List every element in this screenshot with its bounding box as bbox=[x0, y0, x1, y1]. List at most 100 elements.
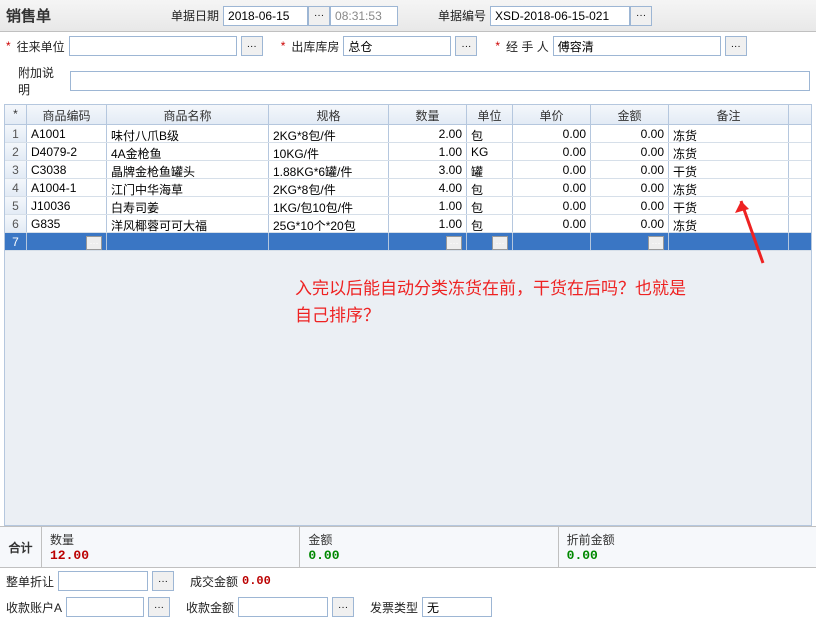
table-row[interactable]: 2D4079-24A金枪鱼10KG/件1.00KG0.000.00冻货 bbox=[5, 143, 811, 161]
cell-spec[interactable]: 25G*10个*20包 bbox=[269, 215, 389, 232]
cell-code[interactable]: G835 bbox=[27, 215, 107, 232]
cell-remark[interactable]: 冻货 bbox=[669, 143, 789, 160]
cell-qty[interactable]: 1.00 bbox=[389, 197, 467, 214]
cell-qty[interactable]: 1.00 bbox=[389, 143, 467, 160]
cell-price[interactable]: 0.00 bbox=[513, 125, 591, 142]
discount-input[interactable] bbox=[58, 571, 148, 591]
col-spec[interactable]: 规格 bbox=[269, 105, 389, 124]
cell-code[interactable]: J10036 bbox=[27, 197, 107, 214]
cell-spec[interactable] bbox=[269, 233, 389, 250]
cell-price[interactable]: 0.00 bbox=[513, 197, 591, 214]
cell-spec[interactable]: 2KG*8包/件 bbox=[269, 179, 389, 196]
cell-name[interactable]: 4A金枪鱼 bbox=[107, 143, 269, 160]
cell-amount[interactable]: 0.00 bbox=[591, 179, 669, 196]
cell-qty[interactable]: 2.00 bbox=[389, 125, 467, 142]
cell-name[interactable]: 味付八爪B级 bbox=[107, 125, 269, 142]
col-remark[interactable]: 备注 bbox=[669, 105, 789, 124]
table-row[interactable]: 5J10036白寿司姜1KG/包10包/件1.00包0.000.00干货 bbox=[5, 197, 811, 215]
notes-input[interactable] bbox=[70, 71, 810, 91]
receipt-amount-lookup-button[interactable]: ··· bbox=[332, 597, 354, 617]
col-amount[interactable]: 金额 bbox=[591, 105, 669, 124]
cell-amount[interactable]: 0.00 bbox=[591, 143, 669, 160]
invoice-type-input[interactable] bbox=[422, 597, 492, 617]
cell-spec[interactable]: 10KG/件 bbox=[269, 143, 389, 160]
col-qty[interactable]: 数量 bbox=[389, 105, 467, 124]
cell-code[interactable]: A1004-1 bbox=[27, 179, 107, 196]
date-picker-button[interactable]: ··· bbox=[308, 6, 330, 26]
cell-remark[interactable]: 干货 bbox=[669, 197, 789, 214]
handler-lookup-button[interactable]: ··· bbox=[725, 36, 747, 56]
table-row[interactable]: 4A1004-1江门中华海草2KG*8包/件4.00包0.000.00冻货 bbox=[5, 179, 811, 197]
warehouse-input[interactable] bbox=[343, 36, 451, 56]
partner-input[interactable] bbox=[69, 36, 237, 56]
col-name[interactable]: 商品名称 bbox=[107, 105, 269, 124]
cell-remark[interactable]: 干货 bbox=[669, 161, 789, 178]
summary-bar: 合计 数量 12.00 金额 0.00 折前金额 0.00 bbox=[0, 526, 816, 568]
cell-code[interactable]: D4079-2 bbox=[27, 143, 107, 160]
col-price[interactable]: 单价 bbox=[513, 105, 591, 124]
time-input[interactable] bbox=[330, 6, 398, 26]
cell-unit[interactable]: ··· bbox=[467, 233, 513, 250]
partner-lookup-button[interactable]: ··· bbox=[241, 36, 263, 56]
warehouse-lookup-button[interactable]: ··· bbox=[455, 36, 477, 56]
receipt-account-lookup-button[interactable]: ··· bbox=[148, 597, 170, 617]
cell-qty[interactable]: ··· bbox=[389, 233, 467, 250]
cell-price[interactable]: 0.00 bbox=[513, 143, 591, 160]
cell-code[interactable]: A1001 bbox=[27, 125, 107, 142]
cell-price[interactable] bbox=[513, 233, 591, 250]
cell-remark[interactable]: 冻货 bbox=[669, 179, 789, 196]
date-input[interactable] bbox=[223, 6, 308, 26]
cell-qty[interactable]: 1.00 bbox=[389, 215, 467, 232]
cell-price[interactable]: 0.00 bbox=[513, 161, 591, 178]
cell-lookup-button[interactable]: ··· bbox=[86, 236, 102, 250]
items-grid[interactable]: * 商品编码 商品名称 规格 数量 单位 单价 金额 备注 1A1001味付八爪… bbox=[4, 104, 812, 526]
docno-input[interactable] bbox=[490, 6, 630, 26]
cell-code[interactable]: C3038 bbox=[27, 161, 107, 178]
cell-name[interactable]: 江门中华海草 bbox=[107, 179, 269, 196]
cell-amount[interactable]: 0.00 bbox=[591, 125, 669, 142]
cell-spec[interactable]: 1KG/包10包/件 bbox=[269, 197, 389, 214]
cell-unit[interactable]: 罐 bbox=[467, 161, 513, 178]
cell-remark[interactable]: 冻货 bbox=[669, 125, 789, 142]
cell-remark[interactable]: 冻货 bbox=[669, 215, 789, 232]
receipt-amount-input[interactable] bbox=[238, 597, 328, 617]
cell-name[interactable] bbox=[107, 233, 269, 250]
cell-amount[interactable]: ··· bbox=[591, 233, 669, 250]
cell-remark[interactable] bbox=[669, 233, 789, 250]
cell-price[interactable]: 0.00 bbox=[513, 179, 591, 196]
handler-input[interactable] bbox=[553, 36, 721, 56]
warehouse-label: 出库库房 bbox=[291, 38, 339, 55]
discount-lookup-button[interactable]: ··· bbox=[152, 571, 174, 591]
cell-unit[interactable]: KG bbox=[467, 143, 513, 160]
cell-unit[interactable]: 包 bbox=[467, 179, 513, 196]
cell-amount[interactable]: 0.00 bbox=[591, 197, 669, 214]
cell-code[interactable]: ··· bbox=[27, 233, 107, 250]
table-row-selected[interactable]: 7············ bbox=[5, 233, 811, 251]
cell-amount[interactable]: 0.00 bbox=[591, 215, 669, 232]
table-row[interactable]: 6G835洋风椰蓉可可大福25G*10个*20包1.00包0.000.00冻货 bbox=[5, 215, 811, 233]
cell-unit[interactable]: 包 bbox=[467, 215, 513, 232]
cell-spec[interactable]: 2KG*8包/件 bbox=[269, 125, 389, 142]
cell-price[interactable]: 0.00 bbox=[513, 215, 591, 232]
table-row[interactable]: 3C3038晶牌金枪鱼罐头1.88KG*6罐/件3.00罐0.000.00干货 bbox=[5, 161, 811, 179]
col-star[interactable]: * bbox=[5, 105, 27, 124]
cell-spec[interactable]: 1.88KG*6罐/件 bbox=[269, 161, 389, 178]
cell-unit[interactable]: 包 bbox=[467, 197, 513, 214]
cell-unit[interactable]: 包 bbox=[467, 125, 513, 142]
receipt-account-input[interactable] bbox=[66, 597, 144, 617]
cell-qty[interactable]: 4.00 bbox=[389, 179, 467, 196]
table-row[interactable]: 1A1001味付八爪B级2KG*8包/件2.00包0.000.00冻货 bbox=[5, 125, 811, 143]
cell-name[interactable]: 洋风椰蓉可可大福 bbox=[107, 215, 269, 232]
cell-lookup-button[interactable]: ··· bbox=[492, 236, 508, 250]
cell-lookup-button[interactable]: ··· bbox=[446, 236, 462, 250]
cell-name[interactable]: 晶牌金枪鱼罐头 bbox=[107, 161, 269, 178]
col-unit[interactable]: 单位 bbox=[467, 105, 513, 124]
cell-qty[interactable]: 3.00 bbox=[389, 161, 467, 178]
col-code[interactable]: 商品编码 bbox=[27, 105, 107, 124]
docno-lookup-button[interactable]: ··· bbox=[630, 6, 652, 26]
cell-name[interactable]: 白寿司姜 bbox=[107, 197, 269, 214]
cell-lookup-button[interactable]: ··· bbox=[648, 236, 664, 250]
summary-qty-value: 12.00 bbox=[50, 548, 291, 563]
invoice-type-label: 发票类型 bbox=[370, 599, 418, 616]
cell-amount[interactable]: 0.00 bbox=[591, 161, 669, 178]
